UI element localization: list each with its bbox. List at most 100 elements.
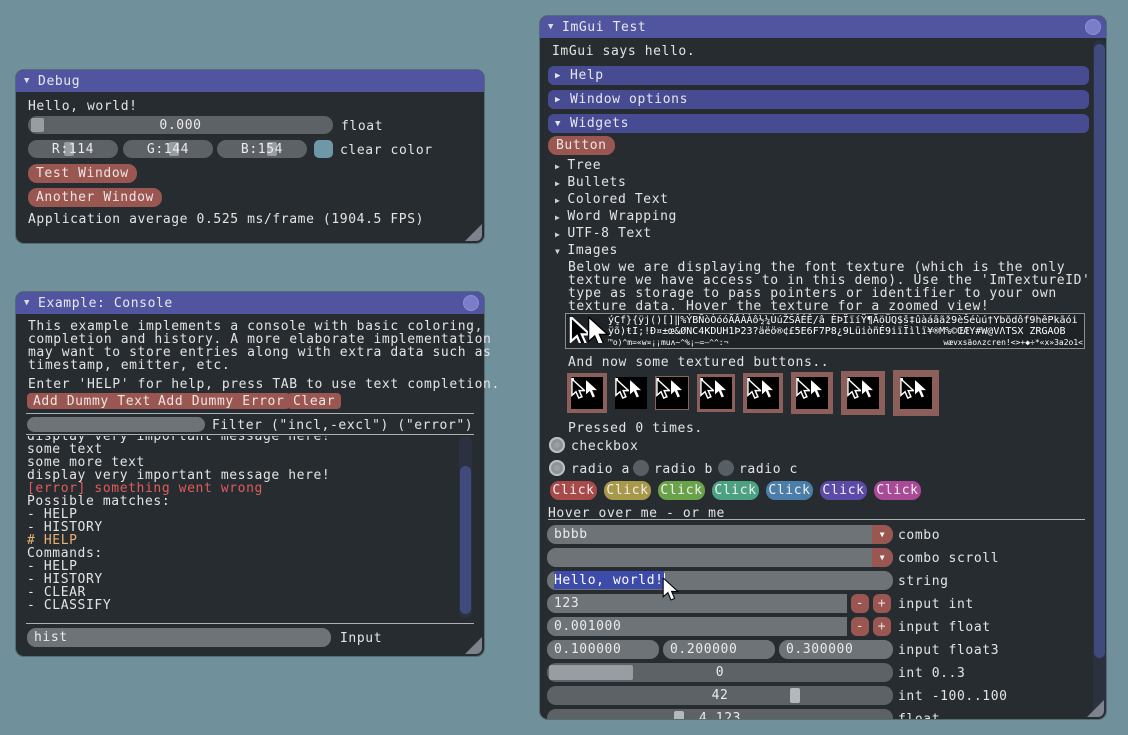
float-input[interactable]: 0.001000 bbox=[547, 617, 847, 636]
click-button-2[interactable]: Click bbox=[604, 481, 651, 500]
combo-arrow-icon[interactable]: ▼ bbox=[872, 525, 893, 544]
image-button-6[interactable] bbox=[791, 372, 833, 414]
font-texture-image[interactable]: ýÇf}{ÿj()[]‖%ÝBÑòÒóóÃÂÀÀô½¼ÙúŽŠÂÉÊ/â ÈÞÏ… bbox=[565, 313, 1085, 349]
another-window-button[interactable]: Another Window bbox=[28, 188, 162, 207]
debug-titlebar[interactable]: ▼ Debug bbox=[16, 70, 484, 92]
checkbox[interactable] bbox=[549, 437, 565, 453]
console-window[interactable]: ▼ Example: Console This example implemen… bbox=[16, 292, 484, 656]
test-titlebar[interactable]: ▼ ImGui Test bbox=[540, 16, 1106, 38]
int-input[interactable]: 123 bbox=[547, 594, 847, 613]
add-dummy-error-button[interactable]: Add Dummy Error bbox=[152, 393, 290, 409]
slider-grab[interactable] bbox=[31, 118, 44, 132]
float-slider-label: float bbox=[341, 119, 383, 134]
plus-button[interactable]: + bbox=[873, 617, 891, 636]
tree-label: UTF-8 Text bbox=[567, 226, 651, 241]
tree-node-utf8-text[interactable]: ▶UTF-8 Text bbox=[555, 226, 652, 241]
close-icon[interactable] bbox=[463, 295, 479, 311]
checkbox-label[interactable]: checkbox bbox=[571, 439, 638, 454]
tree-node-word-wrapping[interactable]: ▶Word Wrapping bbox=[555, 209, 677, 224]
console-scrollbar[interactable] bbox=[459, 436, 472, 618]
radio-c-label[interactable]: radio c bbox=[739, 462, 798, 477]
scrollbar-thumb[interactable] bbox=[460, 466, 471, 614]
radio-b-label[interactable]: radio b bbox=[654, 462, 713, 477]
tree-node-bullets[interactable]: ▶Bullets bbox=[555, 175, 626, 190]
button-widget[interactable]: Button bbox=[548, 136, 615, 155]
click-button-7[interactable]: Click bbox=[874, 481, 921, 500]
chevron-down-icon: ▼ bbox=[555, 119, 561, 129]
click-button-4[interactable]: Click bbox=[712, 481, 759, 500]
image-button-5[interactable] bbox=[743, 373, 783, 413]
clear-color-swatch[interactable] bbox=[314, 140, 333, 158]
minus-button[interactable]: - bbox=[851, 594, 869, 613]
click-button-1[interactable]: Click bbox=[550, 481, 597, 500]
radio-a-label[interactable]: radio a bbox=[571, 462, 630, 477]
float3-input-y[interactable]: 0.200000 bbox=[663, 640, 775, 659]
click-button-5[interactable]: Click bbox=[766, 481, 813, 500]
click-buttons-row: Click Click Click Click Click Click Clic… bbox=[550, 481, 921, 500]
int-slider-a[interactable]: 0 bbox=[547, 663, 893, 682]
combo-box[interactable]: bbbb ▼ bbox=[547, 525, 893, 544]
window-scrollbar[interactable] bbox=[1093, 40, 1106, 715]
b-slider[interactable]: B:154 bbox=[217, 140, 307, 158]
plus-button[interactable]: + bbox=[873, 594, 891, 613]
int-slider-b[interactable]: 42 bbox=[547, 686, 893, 705]
collapse-arrow-icon[interactable]: ▼ bbox=[548, 22, 554, 32]
float3-input-x[interactable]: 0.100000 bbox=[547, 640, 659, 659]
string-label: string bbox=[898, 574, 949, 589]
minus-button[interactable]: - bbox=[851, 617, 869, 636]
tree-node-colored-text[interactable]: ▶Colored Text bbox=[555, 192, 669, 207]
log-line: Possible matches: bbox=[27, 495, 455, 508]
combo-value: bbbb bbox=[554, 527, 588, 542]
header-widgets[interactable]: ▼ Widgets bbox=[548, 114, 1089, 133]
string-input[interactable]: Hello, world! bbox=[547, 571, 893, 590]
float-slider-bottom[interactable]: 4.123 bbox=[547, 709, 893, 719]
header-window-options[interactable]: ▶ Window options bbox=[548, 90, 1089, 109]
click-button-6[interactable]: Click bbox=[820, 481, 867, 500]
image-button-8[interactable] bbox=[893, 370, 939, 416]
separator bbox=[26, 413, 474, 414]
combo-arrow-icon[interactable]: ▼ bbox=[872, 548, 893, 567]
radio-a[interactable] bbox=[549, 460, 565, 476]
radio-c[interactable] bbox=[718, 460, 734, 476]
console-log[interactable]: display very important message here! som… bbox=[27, 436, 455, 618]
close-icon[interactable] bbox=[1085, 19, 1101, 35]
header-help[interactable]: ▶ Help bbox=[548, 66, 1089, 85]
clear-button[interactable]: Clear bbox=[287, 393, 341, 409]
int-slider-b-label: int -100..100 bbox=[898, 689, 1008, 704]
image-button-3[interactable] bbox=[655, 376, 689, 410]
tree-node-images[interactable]: ▼Images bbox=[555, 243, 618, 258]
filter-input[interactable] bbox=[27, 417, 205, 432]
chevron-right-icon: ▶ bbox=[555, 196, 560, 205]
chevron-right-icon: ▶ bbox=[555, 162, 560, 171]
image-button-2[interactable] bbox=[615, 377, 647, 409]
console-command-input[interactable]: hist bbox=[27, 628, 331, 647]
r-slider[interactable]: R:114 bbox=[28, 140, 118, 158]
imgui-test-window[interactable]: ▼ ImGui Test ImGui says hello. ▶ Help ▶ … bbox=[540, 16, 1106, 719]
log-line: - HISTORY bbox=[27, 521, 455, 534]
combo-scroll-box[interactable]: ▼ bbox=[547, 548, 893, 567]
test-window-button[interactable]: Test Window bbox=[28, 164, 137, 183]
filter-label: Filter ("incl,-excl") ("error") bbox=[212, 418, 473, 433]
click-button-3[interactable]: Click bbox=[658, 481, 705, 500]
float3-input-z[interactable]: 0.300000 bbox=[779, 640, 893, 659]
resize-grip[interactable] bbox=[465, 637, 482, 654]
image-button-1[interactable] bbox=[567, 373, 607, 413]
console-titlebar[interactable]: ▼ Example: Console bbox=[16, 292, 484, 314]
float3-label: input float3 bbox=[898, 643, 999, 658]
radio-b[interactable] bbox=[633, 460, 649, 476]
collapse-arrow-icon[interactable]: ▼ bbox=[24, 76, 30, 86]
input-value: 123 bbox=[554, 596, 579, 611]
tree-node-tree[interactable]: ▶Tree bbox=[555, 158, 601, 173]
add-dummy-text-button[interactable]: Add Dummy Text bbox=[27, 393, 157, 409]
glyph-row: ýÇf}{ÿj()[]‖%ÝBÑòÒóóÃÂÀÀô½¼ÙúŽŠÂÉÊ/â ÈÞÏ… bbox=[608, 315, 1083, 326]
image-button-4[interactable] bbox=[697, 374, 735, 412]
console-help-line: Enter 'HELP' for help, press TAB to use … bbox=[28, 377, 500, 392]
intro-line: timestamp, emitter, etc. bbox=[28, 359, 491, 372]
debug-window[interactable]: ▼ Debug Hello, world! 0.000 float R:114 … bbox=[16, 70, 484, 243]
g-slider[interactable]: G:144 bbox=[123, 140, 213, 158]
float-slider[interactable]: 0.000 bbox=[28, 116, 333, 134]
image-button-7[interactable] bbox=[841, 371, 885, 415]
scrollbar-thumb[interactable] bbox=[1094, 44, 1105, 658]
resize-grip[interactable] bbox=[465, 224, 482, 241]
collapse-arrow-icon[interactable]: ▼ bbox=[24, 298, 30, 308]
